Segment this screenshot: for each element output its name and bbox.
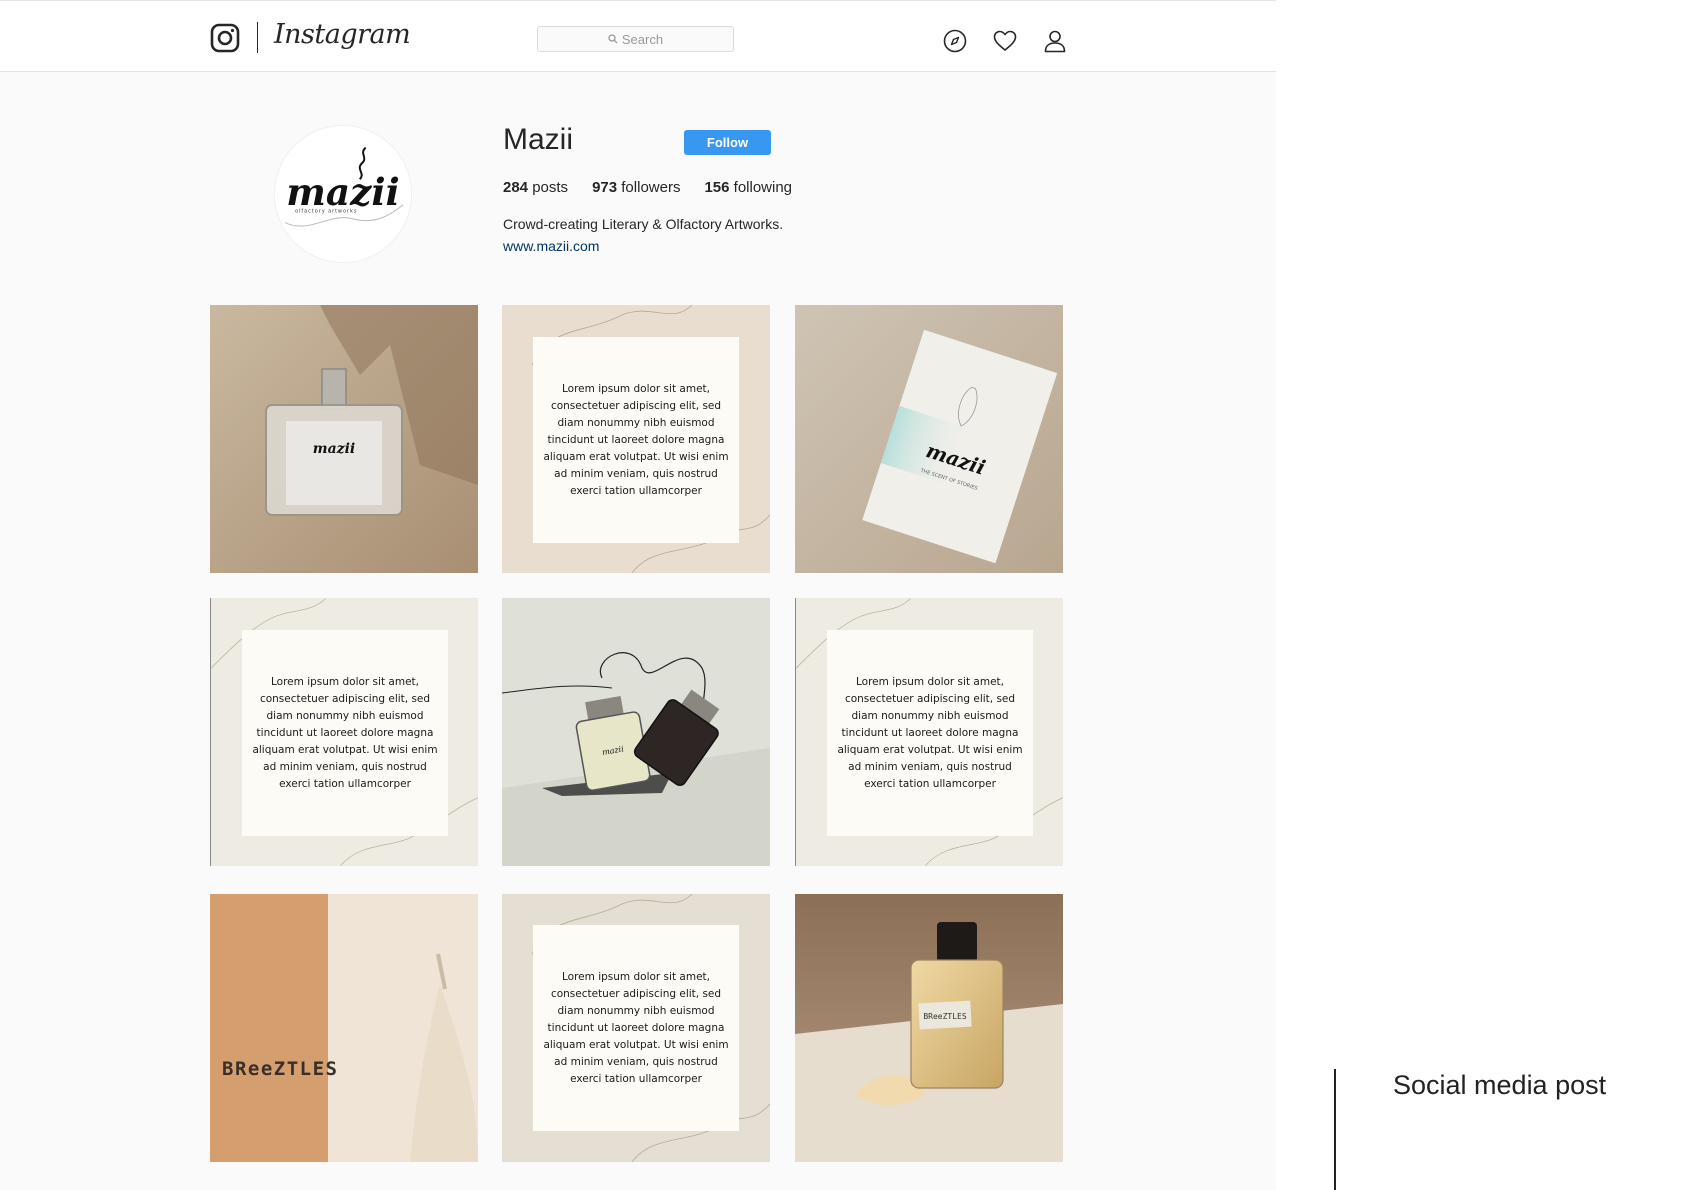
post-text: Lorem ipsum dolor sit amet, consectetuer… xyxy=(533,337,739,543)
post-text-card-2[interactable]: Lorem ipsum dolor sit amet, consectetuer… xyxy=(210,598,478,866)
post-image: mazii xyxy=(502,598,770,866)
following-stat[interactable]: 156 following xyxy=(704,179,792,196)
svg-text:BReeZTLES: BReeZTLES xyxy=(923,1012,967,1021)
post-image: mazii xyxy=(210,305,478,573)
post-text-card-3[interactable]: Lorem ipsum dolor sit amet, consectetuer… xyxy=(795,598,1063,866)
follow-button[interactable]: Follow xyxy=(684,130,771,155)
profile-stats: 284 posts 973 followers 156 following xyxy=(503,179,792,196)
search-placeholder: Search xyxy=(621,31,664,47)
svg-text:BReeZTLES: BReeZTLES xyxy=(222,1058,338,1080)
profile-avatar[interactable]: mazii olfactory artworks xyxy=(274,125,412,263)
svg-text:olfactory artworks: olfactory artworks xyxy=(295,209,357,215)
profile-bio: Crowd-creating Literary & Olfactory Artw… xyxy=(503,216,784,232)
post-text: Lorem ipsum dolor sit amet, consectetuer… xyxy=(827,630,1033,836)
svg-text:mazii: mazii xyxy=(286,170,400,214)
svg-text:mazii: mazii xyxy=(313,441,355,457)
post-card-on-sand[interactable]: mazii THE SCENT OF STORIES xyxy=(795,305,1063,573)
post-text-card-4[interactable]: Lorem ipsum dolor sit amet, consectetuer… xyxy=(502,894,770,1162)
search-input[interactable]: Search xyxy=(537,26,734,52)
instagram-camera-icon[interactable] xyxy=(210,23,240,53)
profile-website-link[interactable]: www.mazii.com xyxy=(503,238,599,254)
post-two-bottles[interactable]: mazii xyxy=(502,598,770,866)
profile-icon[interactable] xyxy=(1042,28,1068,54)
compass-icon[interactable] xyxy=(942,28,968,54)
post-perfume-on-sand[interactable]: mazii xyxy=(210,305,478,573)
post-text: Lorem ipsum dolor sit amet, consectetuer… xyxy=(533,925,739,1131)
post-image: mazii THE SCENT OF STORIES xyxy=(795,305,1063,573)
instagram-wordmark[interactable]: Instagram xyxy=(274,19,411,50)
profile-username: Mazii xyxy=(503,123,574,156)
caption-divider xyxy=(1334,1069,1336,1190)
post-text-card-1[interactable]: Lorem ipsum dolor sit amet, consectetuer… xyxy=(502,305,770,573)
followers-stat[interactable]: 973 followers xyxy=(592,179,680,196)
post-image: BReeZTLES xyxy=(210,894,478,1162)
logo-divider xyxy=(257,22,258,53)
posts-stat[interactable]: 284 posts xyxy=(503,179,568,196)
mazii-logo: mazii olfactory artworks xyxy=(275,126,411,262)
post-breeztles[interactable]: BReeZTLES xyxy=(210,894,478,1162)
instagram-window: Instagram Search mazii olfactory artwork… xyxy=(0,0,1276,1190)
post-image: BReeZTLES xyxy=(795,894,1063,1162)
post-breeztles-bottle[interactable]: BReeZTLES xyxy=(795,894,1063,1162)
slide-caption: Social media post xyxy=(1393,1070,1607,1100)
search-icon xyxy=(608,34,618,44)
heart-icon[interactable] xyxy=(992,28,1018,54)
top-nav-bar: Instagram Search xyxy=(0,1,1276,72)
post-text: Lorem ipsum dolor sit amet, consectetuer… xyxy=(242,630,448,836)
